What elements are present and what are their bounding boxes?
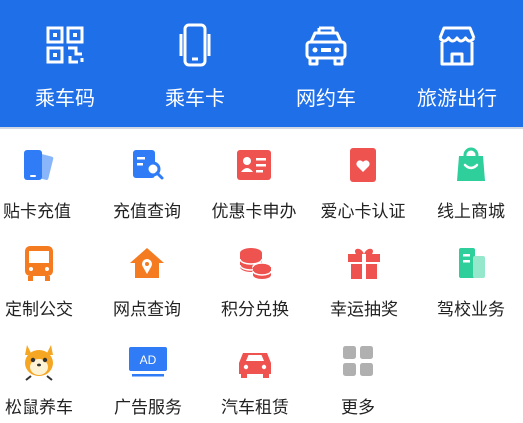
gift-icon (348, 248, 380, 279)
service-more[interactable]: 更多 (305, 325, 411, 423)
service-label: 网点查询 (113, 300, 181, 320)
top-nav-qr-code[interactable]: 乘车码 (0, 0, 130, 127)
top-nav-label: 乘车卡 (165, 86, 225, 110)
top-nav-label: 旅游出行 (417, 86, 497, 110)
more-grid-icon (343, 346, 373, 376)
home-location-icon (130, 248, 164, 278)
taxi-icon (305, 26, 347, 66)
services-grid: 贴卡充值 充值查询 优惠卡申办 爱心卡认证 线上商城 定制公交 网点查询 积分兑… (0, 129, 523, 423)
service-label: 汽车租赁 (221, 398, 289, 418)
service-driving-school[interactable]: 驾校业务 (418, 227, 523, 325)
service-car-rental[interactable]: 汽车租赁 (202, 325, 308, 423)
service-label: 驾校业务 (437, 300, 505, 320)
service-label: 积分兑换 (221, 300, 289, 320)
phone-card-icon (179, 23, 211, 67)
service-label: 更多 (341, 398, 375, 418)
service-ads[interactable]: AD 广告服务 (95, 325, 201, 423)
service-points-exchange[interactable]: 积分兑换 (202, 227, 308, 325)
squirrel-icon (25, 345, 53, 381)
service-squirrel-car-care[interactable]: 松鼠养车 (0, 325, 92, 423)
top-nav-ride-hailing[interactable]: 网约车 (261, 0, 391, 127)
document-search-icon (133, 150, 164, 180)
nfc-phone-card-icon (24, 150, 54, 180)
id-card-icon (237, 150, 271, 180)
service-label: 松鼠养车 (5, 398, 73, 418)
car-icon (239, 353, 271, 378)
ad-screen-icon: AD (129, 347, 167, 377)
service-label: 爱心卡认证 (320, 202, 406, 222)
service-outlet-query[interactable]: 网点查询 (94, 227, 200, 325)
service-label: 贴卡充值 (3, 202, 71, 222)
service-discount-card[interactable]: 优惠卡申办 (201, 129, 307, 227)
service-label: 充值查询 (113, 202, 181, 222)
service-recharge-query[interactable]: 充值查询 (94, 129, 200, 227)
top-nav-bar: 乘车码 乘车卡 网约车 旅游出行 (0, 0, 523, 127)
service-love-card[interactable]: 爱心卡认证 (310, 129, 416, 227)
service-label: 幸运抽奖 (330, 300, 398, 320)
top-nav-label: 网约车 (296, 86, 356, 110)
service-top-up[interactable]: 贴卡充值 (0, 129, 90, 227)
service-lucky-draw[interactable]: 幸运抽奖 (311, 227, 417, 325)
storefront-icon (438, 26, 476, 66)
shopping-bag-icon (457, 147, 485, 181)
service-custom-bus[interactable]: 定制公交 (0, 227, 92, 325)
service-label: 定制公交 (5, 300, 73, 320)
driving-school-icon (459, 248, 485, 278)
service-online-mall[interactable]: 线上商城 (418, 129, 523, 227)
coins-icon (239, 248, 272, 279)
top-nav-travel[interactable]: 旅游出行 (392, 0, 522, 127)
heart-card-icon (350, 148, 376, 182)
service-label: 线上商城 (437, 202, 505, 222)
service-label: 广告服务 (114, 398, 182, 418)
service-label: 优惠卡申办 (211, 202, 297, 222)
qr-code-icon (46, 26, 84, 64)
bus-icon (25, 246, 53, 281)
svg-text:AD: AD (140, 353, 157, 367)
top-nav-label: 乘车码 (35, 86, 95, 110)
top-nav-card[interactable]: 乘车卡 (130, 0, 260, 127)
